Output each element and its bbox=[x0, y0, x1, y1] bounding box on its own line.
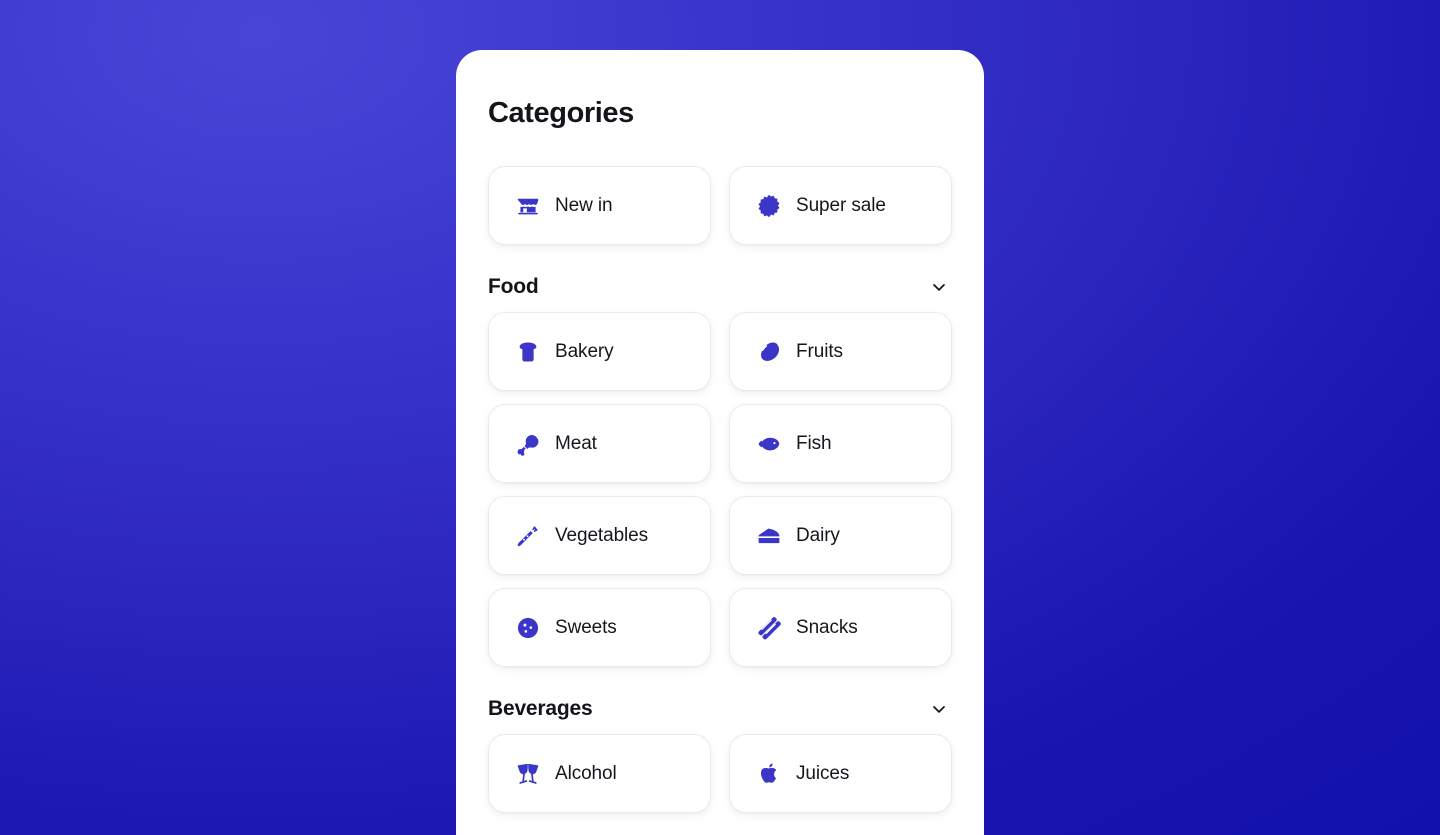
category-card-bakery[interactable]: Bakery bbox=[488, 312, 711, 391]
category-card-label: Dairy bbox=[796, 524, 840, 546]
drumstick-icon bbox=[515, 431, 541, 457]
section-header-beverages[interactable]: Beverages bbox=[488, 697, 952, 721]
category-card-label: Alcohol bbox=[555, 762, 617, 784]
bread-icon bbox=[515, 339, 541, 365]
category-card-label: Super sale bbox=[796, 194, 886, 216]
carrot-icon bbox=[515, 523, 541, 549]
category-card-label: Sweets bbox=[555, 616, 617, 638]
category-card-meat[interactable]: Meat bbox=[488, 404, 711, 483]
apple-icon bbox=[756, 761, 782, 787]
section-title: Beverages bbox=[488, 697, 593, 720]
category-card-label: Fish bbox=[796, 432, 832, 454]
cookie-icon bbox=[515, 615, 541, 641]
chips-icon bbox=[756, 615, 782, 641]
category-card-label: Vegetables bbox=[555, 524, 649, 546]
fish-icon bbox=[756, 431, 782, 457]
storefront-icon bbox=[515, 193, 541, 219]
category-card-label: Snacks bbox=[796, 616, 858, 638]
category-card-super-sale[interactable]: Super sale bbox=[729, 166, 952, 245]
section-title: Food bbox=[488, 275, 539, 298]
category-card-label: Fruits bbox=[796, 340, 843, 362]
section-header-food[interactable]: Food bbox=[488, 275, 952, 299]
champagne-glasses-icon bbox=[515, 761, 541, 787]
category-card-dairy[interactable]: Dairy bbox=[729, 496, 952, 575]
category-card-sweets[interactable]: Sweets bbox=[488, 588, 711, 667]
starburst-icon bbox=[756, 193, 782, 219]
category-grid-beverages: Alcohol Juices bbox=[488, 734, 952, 813]
category-sections: Food Bakery Fruits Meat Fish Vegetables Dairy S… bbox=[488, 275, 952, 813]
category-card-label: New in bbox=[555, 194, 613, 216]
page-title: Categories bbox=[488, 97, 634, 129]
category-grid-food: Bakery Fruits Meat Fish Vegetables Dairy Sweet… bbox=[488, 312, 952, 667]
category-card-fruits[interactable]: Fruits bbox=[729, 312, 952, 391]
category-card-label: Meat bbox=[555, 432, 597, 454]
category-card-alcohol[interactable]: Alcohol bbox=[488, 734, 711, 813]
cheese-icon bbox=[756, 523, 782, 549]
featured-categories-grid: New in Super sale bbox=[488, 166, 952, 245]
lemon-icon bbox=[756, 339, 782, 365]
category-card-new-in[interactable]: New in bbox=[488, 166, 711, 245]
category-card-label: Bakery bbox=[555, 340, 614, 362]
categories-panel: Categories New in Super sale Food Bakery Fr… bbox=[456, 50, 984, 835]
chevron-down-icon[interactable] bbox=[928, 276, 950, 298]
category-card-juices[interactable]: Juices bbox=[729, 734, 952, 813]
category-card-snacks[interactable]: Snacks bbox=[729, 588, 952, 667]
category-card-fish[interactable]: Fish bbox=[729, 404, 952, 483]
chevron-down-icon[interactable] bbox=[928, 698, 950, 720]
category-card-vegetables[interactable]: Vegetables bbox=[488, 496, 711, 575]
category-card-label: Juices bbox=[796, 762, 850, 784]
